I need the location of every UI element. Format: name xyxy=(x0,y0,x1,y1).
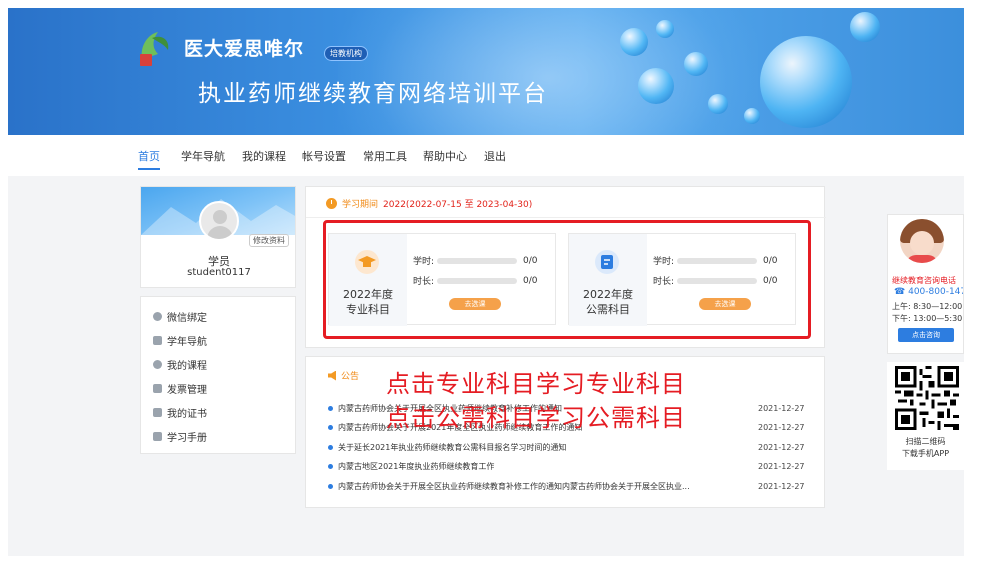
brand-badge: 培教机构 xyxy=(324,46,368,61)
notice-item-date: 2021-12-27 xyxy=(758,423,805,432)
course-icon xyxy=(153,360,162,369)
consult-widget: 继续教育咨询电话 ☎ 400-800-1477 上午: 8:30—12:00 下… xyxy=(887,214,964,354)
side-menu-year-guide[interactable]: 学年导航 xyxy=(153,333,207,348)
notice-item-title[interactable]: 内蒙古地区2021年度执业药师继续教育工作 xyxy=(338,461,750,472)
side-menu-label: 我的证书 xyxy=(167,409,207,420)
annotation-line-2: 点击公需科目学习公需科目 xyxy=(386,404,686,432)
brand-logo-icon xyxy=(140,32,169,66)
phone-icon: ☎ xyxy=(894,287,906,297)
molecule-bubble xyxy=(620,28,648,56)
highlight-box xyxy=(323,220,811,339)
study-period-header: 学习期间 2022(2022-07-15 至 2023-04-30) xyxy=(326,197,532,210)
molecule-bubble xyxy=(850,12,880,42)
consult-button[interactable]: 点击咨询 xyxy=(898,328,954,342)
bullet-dot xyxy=(328,484,333,489)
qr-caption-1: 扫描二维码 xyxy=(905,437,946,446)
consult-hours-am: 上午: 8:30—12:00 xyxy=(892,302,963,311)
notice-item-date: 2021-12-27 xyxy=(758,462,805,471)
edit-profile-button[interactable]: 修改资料 xyxy=(249,234,289,247)
platform-title: 执业药师继续教育网络培训平台 xyxy=(198,81,548,107)
notice-item-title[interactable]: 关于延长2021年执业药师继续教育公需科目报名学习时间的通知 xyxy=(338,442,750,453)
side-menu-label: 学习手册 xyxy=(167,433,207,444)
side-menu-label: 我的课程 xyxy=(167,361,207,372)
notice-item-date: 2021-12-27 xyxy=(758,443,805,452)
notice-item-date: 2021-12-27 xyxy=(758,404,805,413)
invoice-icon xyxy=(153,384,162,393)
nav-account-settings[interactable]: 帐号设置 xyxy=(302,148,346,164)
nav-help[interactable]: 帮助中心 xyxy=(423,148,467,164)
nav-my-courses[interactable]: 我的课程 xyxy=(242,148,286,164)
manual-icon xyxy=(153,432,162,441)
notice-item[interactable]: 内蒙古地区2021年度执业药师继续教育工作 2021-12-27 xyxy=(328,461,808,472)
bullet-dot xyxy=(328,425,333,430)
chart-icon xyxy=(153,336,162,345)
qr-widget: 扫描二维码 下载手机APP xyxy=(887,362,964,470)
notice-item-title[interactable]: 内蒙古药师协会关于开展全区执业药师继续教育补修工作的通知内蒙古药师协会关于开展全… xyxy=(338,481,750,492)
molecule-bubble xyxy=(656,20,674,38)
nav-active-indicator xyxy=(138,168,160,170)
molecule-bubble xyxy=(760,36,852,128)
side-menu-label: 发票管理 xyxy=(167,385,207,396)
username: student0117 xyxy=(187,267,251,278)
notice-title: 公告 xyxy=(341,372,360,382)
side-menu-invoice[interactable]: 发票管理 xyxy=(153,381,207,396)
header-banner: 医大爱思唯尔 培教机构 执业药师继续教育网络培训平台 xyxy=(8,8,964,135)
bullet-dot xyxy=(328,406,333,411)
nav-year-guide[interactable]: 学年导航 xyxy=(181,148,225,164)
wechat-icon xyxy=(153,312,162,321)
study-period-range: 2022(2022-07-15 至 2023-04-30) xyxy=(383,200,533,210)
brand-name: 医大爱思唯尔 xyxy=(184,38,305,60)
avatar[interactable] xyxy=(199,201,239,241)
nav-home[interactable]: 首页 xyxy=(138,148,160,164)
notice-header: 公告 xyxy=(328,369,359,382)
notice-item-date: 2021-12-27 xyxy=(758,482,805,491)
qr-caption-2: 下载手机APP xyxy=(901,449,950,458)
side-menu-certificate[interactable]: 我的证书 xyxy=(153,405,207,420)
bullet-dot xyxy=(328,445,333,450)
qr-code-icon[interactable] xyxy=(895,366,959,430)
annotation-line-1: 点击专业科目学习专业科目 xyxy=(386,370,686,398)
speaker-icon xyxy=(328,370,336,381)
molecule-bubble xyxy=(744,108,760,124)
side-menu-wechat[interactable]: 微信绑定 xyxy=(153,309,207,324)
molecule-bubble xyxy=(708,94,728,114)
nav-tools[interactable]: 常用工具 xyxy=(363,148,407,164)
side-menu-label: 学年导航 xyxy=(167,337,207,348)
consult-title: 继续教育咨询电话 xyxy=(892,276,956,285)
side-menu-my-courses[interactable]: 我的课程 xyxy=(153,357,207,372)
side-menu-manual[interactable]: 学习手册 xyxy=(153,429,207,444)
study-period-label: 学习期间 xyxy=(342,200,379,210)
side-menu-label: 微信绑定 xyxy=(167,313,207,324)
profile-card: 修改资料 学员 student0117 xyxy=(140,186,296,288)
customer-service-avatar-icon xyxy=(900,219,944,263)
notice-item[interactable]: 内蒙古药师协会关于开展全区执业药师继续教育补修工作的通知内蒙古药师协会关于开展全… xyxy=(328,481,808,492)
molecule-bubble xyxy=(638,68,674,104)
side-menu: 微信绑定 学年导航 我的课程 发票管理 我的证书 学习手册 xyxy=(140,296,296,454)
molecule-bubble xyxy=(684,52,708,76)
consult-hours-pm: 下午: 13:00—5:30 xyxy=(892,314,963,323)
clock-icon xyxy=(326,198,337,209)
divider xyxy=(306,217,826,218)
consult-phone: ☎ 400-800-1477 xyxy=(894,287,963,297)
consult-phone-number: 400-800-1477 xyxy=(908,287,963,297)
notice-item[interactable]: 关于延长2021年执业药师继续教育公需科目报名学习时间的通知 2021-12-2… xyxy=(328,442,808,453)
certificate-icon xyxy=(153,408,162,417)
bullet-dot xyxy=(328,464,333,469)
nav-logout[interactable]: 退出 xyxy=(484,148,506,164)
